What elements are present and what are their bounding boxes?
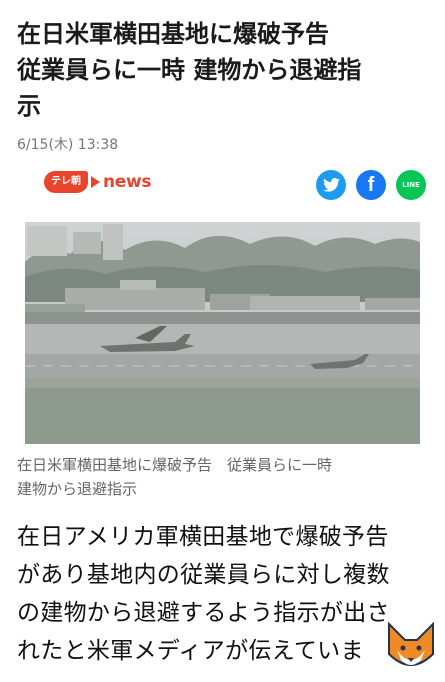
share-buttons: f LINE — [316, 170, 426, 200]
caption-line-1: 在日米軍横田基地に爆破予告 従業員らに一時 — [17, 456, 333, 474]
body-line-3: の建物から退避するよう指示が出さ — [17, 600, 390, 626]
airbase-photo-image — [25, 222, 420, 444]
body-line-4: れたと米軍メディアが伝えていま — [17, 638, 364, 664]
facebook-share-button[interactable]: f — [356, 170, 386, 200]
line-icon: LINE — [402, 181, 420, 189]
article-photo[interactable] — [25, 222, 420, 444]
publish-date: 6/15(木) 13:38 — [17, 137, 119, 153]
headline-line-2: 従業員らに一時 建物から退避指 — [17, 56, 362, 84]
article-headline: 在日米軍横田基地に爆破予告 従業員らに一時 建物から退避指 示 — [17, 16, 427, 124]
facebook-icon: f — [367, 173, 375, 196]
source-logo[interactable]: テレ朝 news — [44, 169, 152, 195]
photo-caption: 在日米軍横田基地に爆破予告 従業員らに一時 建物から退避指示 — [17, 453, 432, 501]
source-badge: テレ朝 — [44, 171, 88, 193]
line-share-button[interactable]: LINE — [396, 170, 426, 200]
body-line-2: があり基地内の従業員らに対し複数 — [17, 562, 390, 588]
caption-line-2: 建物から退避指示 — [17, 480, 138, 498]
headline-line-3: 示 — [17, 92, 41, 120]
article-body: 在日アメリカ軍横田基地で爆破予告 があり基地内の従業員らに対し複数 の建物から退… — [17, 518, 437, 670]
fox-watermark-icon — [383, 620, 439, 678]
body-line-1: 在日アメリカ軍横田基地で爆破予告 — [17, 524, 389, 550]
headline-line-1: 在日米軍横田基地に爆破予告 — [17, 20, 329, 48]
play-arrow-icon — [91, 176, 100, 188]
twitter-bird-icon — [322, 178, 340, 192]
twitter-share-button[interactable] — [316, 170, 346, 200]
source-name: news — [103, 172, 152, 192]
